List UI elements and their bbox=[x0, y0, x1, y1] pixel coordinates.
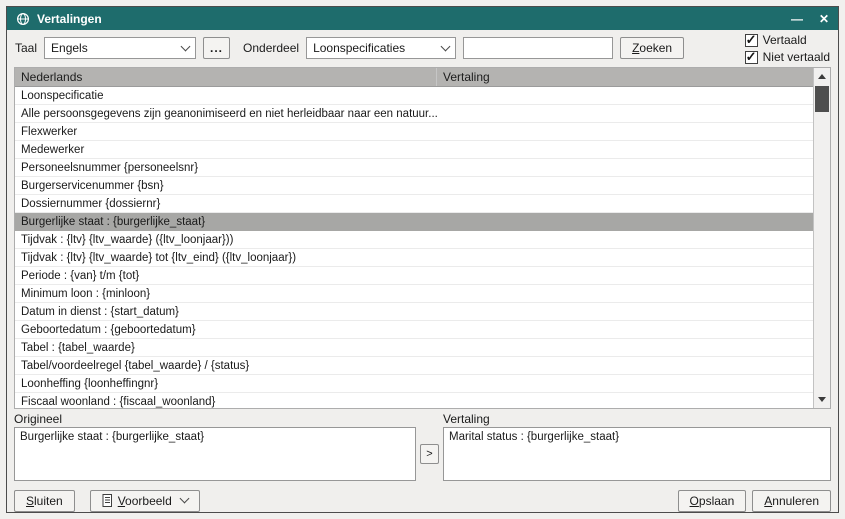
cell-nederlands: Tabel/voordeelregel {tabel_waarde} / {st… bbox=[15, 360, 437, 372]
column-header-vertaling[interactable]: Vertaling bbox=[437, 70, 813, 84]
scroll-down-button[interactable] bbox=[814, 391, 830, 408]
vertaald-label: Vertaald bbox=[763, 33, 807, 47]
cell-nederlands: Flexwerker bbox=[15, 126, 437, 138]
sluiten-button[interactable]: Sluiten bbox=[14, 490, 75, 512]
table-row[interactable]: Tijdvak : {ltv} {ltv_waarde} tot {ltv_ei… bbox=[15, 249, 813, 267]
table-body: Loonspecificatie Alle persoonsgegevens z… bbox=[15, 87, 813, 408]
table-row[interactable]: Fiscaal woonland : {fiscaal_woonland} bbox=[15, 393, 813, 408]
zoeken-button[interactable]: Zoeken bbox=[620, 37, 684, 59]
globe-icon bbox=[16, 12, 30, 26]
table-row[interactable]: Loonspecificatie bbox=[15, 87, 813, 105]
toolbar: Taal Engels ... Onderdeel Loonspecificat… bbox=[7, 30, 838, 66]
table-header: Nederlands Vertaling bbox=[15, 68, 813, 87]
chevron-down-icon bbox=[179, 494, 189, 504]
footer: Sluiten Voorbeeld Opslaan Annuleren bbox=[7, 481, 838, 512]
table-row[interactable]: Medewerker bbox=[15, 141, 813, 159]
browse-language-button[interactable]: ... bbox=[203, 37, 230, 59]
voorbeeld-button[interactable]: Voorbeeld bbox=[90, 490, 200, 512]
scroll-up-button[interactable] bbox=[814, 68, 830, 85]
copy-to-translation-button[interactable]: > bbox=[420, 444, 439, 464]
chevron-down-icon bbox=[181, 41, 191, 51]
table-row[interactable]: Dossiernummer {dossiernr} bbox=[15, 195, 813, 213]
titlebar: Vertalingen — ✕ bbox=[7, 7, 838, 30]
cell-nederlands: Loonspecificatie bbox=[15, 90, 437, 102]
scrollbar-thumb[interactable] bbox=[815, 86, 829, 112]
table-row[interactable]: Datum in dienst : {start_datum} bbox=[15, 303, 813, 321]
detail-editors: Burgerlijke staat : {burgerlijke_staat} … bbox=[7, 427, 838, 481]
cell-nederlands: Personeelsnummer {personeelsnr} bbox=[15, 162, 437, 174]
table-row[interactable]: Tabel/voordeelregel {tabel_waarde} / {st… bbox=[15, 357, 813, 375]
chevron-down-icon bbox=[441, 41, 451, 51]
table-row[interactable]: Minimum loon : {minloon} bbox=[15, 285, 813, 303]
onderdeel-select[interactable]: Loonspecificaties bbox=[306, 37, 456, 59]
niet-vertaald-filter[interactable]: Niet vertaald bbox=[745, 50, 830, 64]
niet-vertaald-label: Niet vertaald bbox=[763, 50, 830, 64]
table-row[interactable]: Alle persoonsgegevens zijn geanonimiseer… bbox=[15, 105, 813, 123]
cell-nederlands: Tabel : {tabel_waarde} bbox=[15, 342, 437, 354]
cell-nederlands: Burgerlijke staat : {burgerlijke_staat} bbox=[15, 216, 437, 228]
cell-nederlands: Fiscaal woonland : {fiscaal_woonland} bbox=[15, 396, 437, 408]
detail-labels: Origineel Vertaling bbox=[7, 409, 838, 427]
vertaald-checkbox[interactable] bbox=[745, 34, 758, 47]
window-title: Vertalingen bbox=[37, 12, 102, 26]
onderdeel-label: Onderdeel bbox=[243, 41, 299, 55]
cell-nederlands: Tijdvak : {ltv} {ltv_waarde} tot {ltv_ei… bbox=[15, 252, 437, 264]
origineel-label: Origineel bbox=[14, 412, 416, 426]
table-row[interactable]: Tabel : {tabel_waarde} bbox=[15, 339, 813, 357]
cell-nederlands: Datum in dienst : {start_datum} bbox=[15, 306, 437, 318]
origineel-textarea[interactable]: Burgerlijke staat : {burgerlijke_staat} bbox=[14, 427, 416, 481]
cell-nederlands: Periode : {van} t/m {tot} bbox=[15, 270, 437, 282]
filter-checkboxes: Vertaald Niet vertaald bbox=[745, 32, 830, 64]
cell-nederlands: Tijdvak : {ltv} {ltv_waarde} ({ltv_loonj… bbox=[15, 234, 437, 246]
table-row[interactable]: Periode : {van} t/m {tot} bbox=[15, 267, 813, 285]
taal-select-value: Engels bbox=[51, 41, 88, 55]
opslaan-button[interactable]: Opslaan bbox=[678, 490, 747, 512]
table-row[interactable]: Burgerlijke staat : {burgerlijke_staat} bbox=[15, 213, 813, 231]
minimize-button[interactable]: — bbox=[791, 13, 803, 25]
table-row[interactable]: Loonheffing {loonheffingnr} bbox=[15, 375, 813, 393]
vertaling-textarea[interactable]: Marital status : {burgerlijke_staat} bbox=[443, 427, 831, 481]
cell-nederlands: Minimum loon : {minloon} bbox=[15, 288, 437, 300]
search-input[interactable] bbox=[463, 37, 613, 59]
table-row[interactable]: Personeelsnummer {personeelsnr} bbox=[15, 159, 813, 177]
vertaling-label: Vertaling bbox=[443, 412, 831, 426]
cell-nederlands: Medewerker bbox=[15, 144, 437, 156]
translations-dialog: Vertalingen — ✕ Taal Engels ... Onderdee… bbox=[6, 6, 839, 513]
cell-nederlands: Alle persoonsgegevens zijn geanonimiseer… bbox=[15, 108, 437, 120]
cell-nederlands: Dossiernummer {dossiernr} bbox=[15, 198, 437, 210]
cell-nederlands: Burgerservicenummer {bsn} bbox=[15, 180, 437, 192]
vertaald-filter[interactable]: Vertaald bbox=[745, 33, 830, 47]
taal-select[interactable]: Engels bbox=[44, 37, 196, 59]
translation-table: Nederlands Vertaling Loonspecificatie Al… bbox=[14, 67, 831, 409]
column-header-nederlands[interactable]: Nederlands bbox=[15, 68, 437, 86]
cell-nederlands: Geboortedatum : {geboortedatum} bbox=[15, 324, 437, 336]
table-row[interactable]: Geboortedatum : {geboortedatum} bbox=[15, 321, 813, 339]
taal-label: Taal bbox=[15, 41, 37, 55]
vertical-scrollbar[interactable] bbox=[813, 68, 830, 408]
annuleren-button[interactable]: Annuleren bbox=[752, 490, 831, 512]
onderdeel-select-value: Loonspecificaties bbox=[313, 41, 405, 55]
niet-vertaald-checkbox[interactable] bbox=[745, 51, 758, 64]
table-row[interactable]: Tijdvak : {ltv} {ltv_waarde} ({ltv_loonj… bbox=[15, 231, 813, 249]
document-preview-icon bbox=[102, 494, 113, 507]
close-button[interactable]: ✕ bbox=[819, 13, 829, 25]
arrow-down-icon bbox=[818, 397, 826, 402]
table-row[interactable]: Burgerservicenummer {bsn} bbox=[15, 177, 813, 195]
cell-nederlands: Loonheffing {loonheffingnr} bbox=[15, 378, 437, 390]
table-row[interactable]: Flexwerker bbox=[15, 123, 813, 141]
arrow-up-icon bbox=[818, 74, 826, 79]
